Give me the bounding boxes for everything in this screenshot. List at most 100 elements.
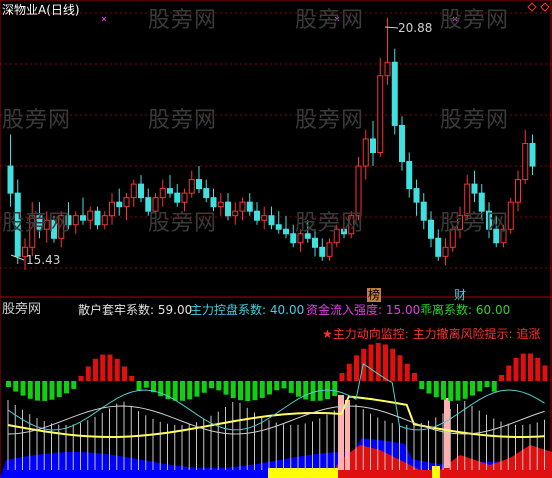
candle-body: [232, 210, 239, 217]
watermark: 股旁网: [440, 108, 510, 133]
watermark: 股旁网: [440, 211, 510, 236]
red-bar: [383, 344, 388, 381]
green-bar: [180, 381, 185, 401]
indicator-item: 散户套牢系数: 59.00: [78, 303, 193, 317]
red-bar: [368, 344, 374, 381]
green-bar: [42, 381, 48, 401]
diamond-icon: [540, 2, 550, 12]
green-bar: [6, 381, 11, 387]
green-bar: [64, 381, 69, 394]
candle-body: [428, 219, 434, 239]
green-bar: [491, 381, 497, 392]
candle-body: [312, 237, 318, 248]
watermark: 股旁网: [295, 8, 365, 33]
green-bar: [433, 381, 439, 398]
red-bar: [107, 354, 113, 381]
red-bar: [346, 363, 352, 381]
green-bar: [477, 381, 483, 392]
red-bar: [354, 355, 359, 381]
candle-body: [196, 179, 202, 190]
candle-body: [130, 183, 137, 199]
candle-body: [384, 61, 391, 77]
watermark: 股旁网: [148, 211, 218, 236]
candle-body: [435, 237, 442, 257]
candle-body: [188, 179, 195, 194]
candle-body: [362, 138, 369, 167]
green-bar: [27, 381, 33, 399]
candle-body: [123, 197, 130, 208]
candle-body: [116, 201, 123, 208]
candle-body: [420, 201, 427, 221]
candle-body: [391, 61, 398, 126]
green-bar: [296, 381, 301, 397]
red-bar: [100, 354, 106, 381]
green-bar: [281, 381, 287, 389]
watermark: 股旁网: [2, 211, 72, 236]
green-bar: [426, 381, 432, 394]
candle-body: [181, 192, 188, 203]
green-bar: [35, 381, 40, 401]
candle-body: [529, 142, 536, 167]
green-bar: [455, 381, 461, 401]
candle-body: [275, 224, 282, 230]
green-bar: [419, 381, 425, 390]
candle-body: [72, 215, 79, 226]
candle-body: [522, 142, 529, 181]
indicator-item: 乖离系数: 60.00: [420, 303, 511, 317]
green-bar: [252, 381, 258, 401]
candle-body: [370, 138, 376, 154]
candle-body: [268, 215, 275, 226]
green-bar: [332, 381, 338, 397]
candle-body: [413, 188, 420, 203]
red-bar: [535, 357, 541, 381]
candle-body: [101, 215, 108, 226]
watermark: 股旁网: [148, 108, 218, 133]
watermark: 股旁网: [2, 108, 72, 133]
watermark: 股旁网: [295, 211, 365, 236]
green-bar: [20, 381, 26, 396]
green-bar: [310, 381, 316, 401]
green-bar: [143, 381, 149, 388]
candle-body: [515, 179, 521, 203]
red-bar: [339, 373, 345, 381]
candle-body: [283, 228, 289, 235]
candle-body: [217, 201, 224, 208]
green-bar: [71, 381, 77, 389]
candle-body: [174, 192, 181, 203]
high-pointer: [384, 26, 399, 29]
green-bar: [49, 381, 55, 400]
alert-text: ★主力动向监控: 主力撤离风险提示: 追涨: [322, 327, 541, 341]
green-bar: [216, 381, 222, 391]
green-bar: [274, 381, 280, 391]
red-bar: [390, 348, 396, 381]
red-bar: [542, 365, 548, 381]
candle-body: [7, 165, 14, 194]
red-bar: [93, 358, 98, 381]
red-bar: [129, 376, 135, 381]
red-bar: [520, 353, 526, 381]
marker-icon: [101, 16, 107, 22]
candle-body: [159, 188, 166, 199]
green-bar: [441, 381, 446, 400]
tag-bang: 榜: [367, 288, 382, 302]
watermark: 股旁网: [440, 8, 510, 33]
green-bar: [56, 381, 62, 398]
indicator-title: 股旁网: [2, 302, 42, 317]
green-bar: [267, 381, 272, 395]
green-bar: [448, 381, 454, 401]
candle-body: [109, 201, 115, 217]
chart-title: 深物业A(日线): [2, 3, 80, 17]
candle-body: [87, 210, 94, 221]
candle-body: [246, 201, 253, 212]
watermark: 股旁网: [295, 108, 365, 133]
candle-body: [94, 210, 101, 226]
candle-body: [377, 75, 384, 154]
candle-body: [261, 215, 268, 221]
candle-body: [203, 188, 210, 199]
green-bar: [303, 381, 309, 400]
candle-body: [254, 210, 260, 221]
diamond-icon: [527, 2, 537, 12]
tag-cai: 财: [454, 288, 467, 302]
green-bar: [462, 381, 468, 399]
panel-border: [0, 0, 552, 478]
